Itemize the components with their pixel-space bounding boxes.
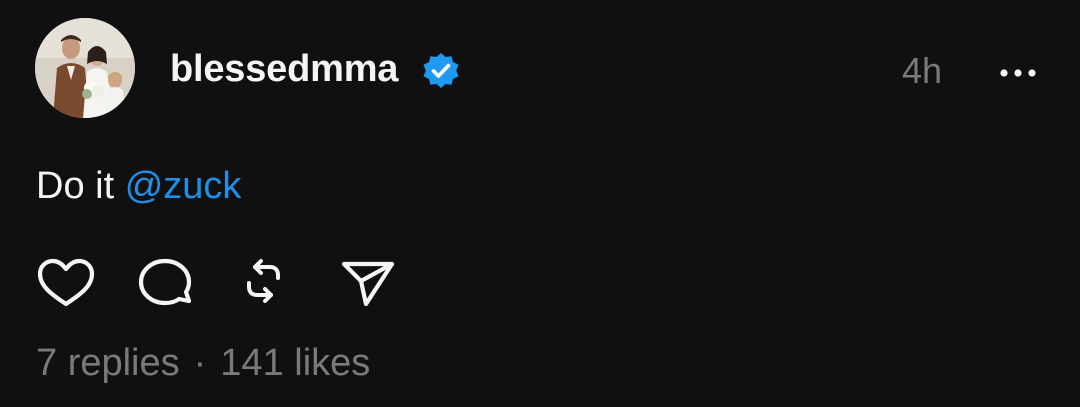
repost-icon: [247, 259, 280, 303]
mention-link[interactable]: @zuck: [125, 165, 242, 207]
more-options-button[interactable]: [996, 58, 1040, 88]
verified-badge-icon: [423, 53, 459, 88]
thread-post: blessedmma 4h Do it @zuck 7 replies · 14…: [0, 0, 1080, 407]
like-button[interactable]: [36, 256, 96, 312]
post-text: Do it @zuck: [36, 163, 241, 209]
repost-button[interactable]: [238, 256, 298, 312]
send-icon: [341, 261, 395, 307]
share-button[interactable]: [338, 256, 398, 312]
likes-count[interactable]: 141 likes: [220, 342, 370, 384]
reply-button[interactable]: [134, 256, 194, 312]
post-stats: 7 replies · 141 likes: [36, 340, 370, 386]
heart-icon: [37, 258, 95, 307]
comment-bubble-icon: [138, 258, 192, 306]
post-timestamp: 4h: [902, 50, 943, 91]
stats-separator: ·: [193, 342, 207, 384]
post-text-body: Do it: [36, 165, 125, 207]
avatar[interactable]: [35, 18, 135, 118]
more-options-icon: [1000, 69, 1036, 77]
replies-count[interactable]: 7 replies: [36, 342, 180, 384]
username[interactable]: blessedmma: [170, 46, 398, 92]
